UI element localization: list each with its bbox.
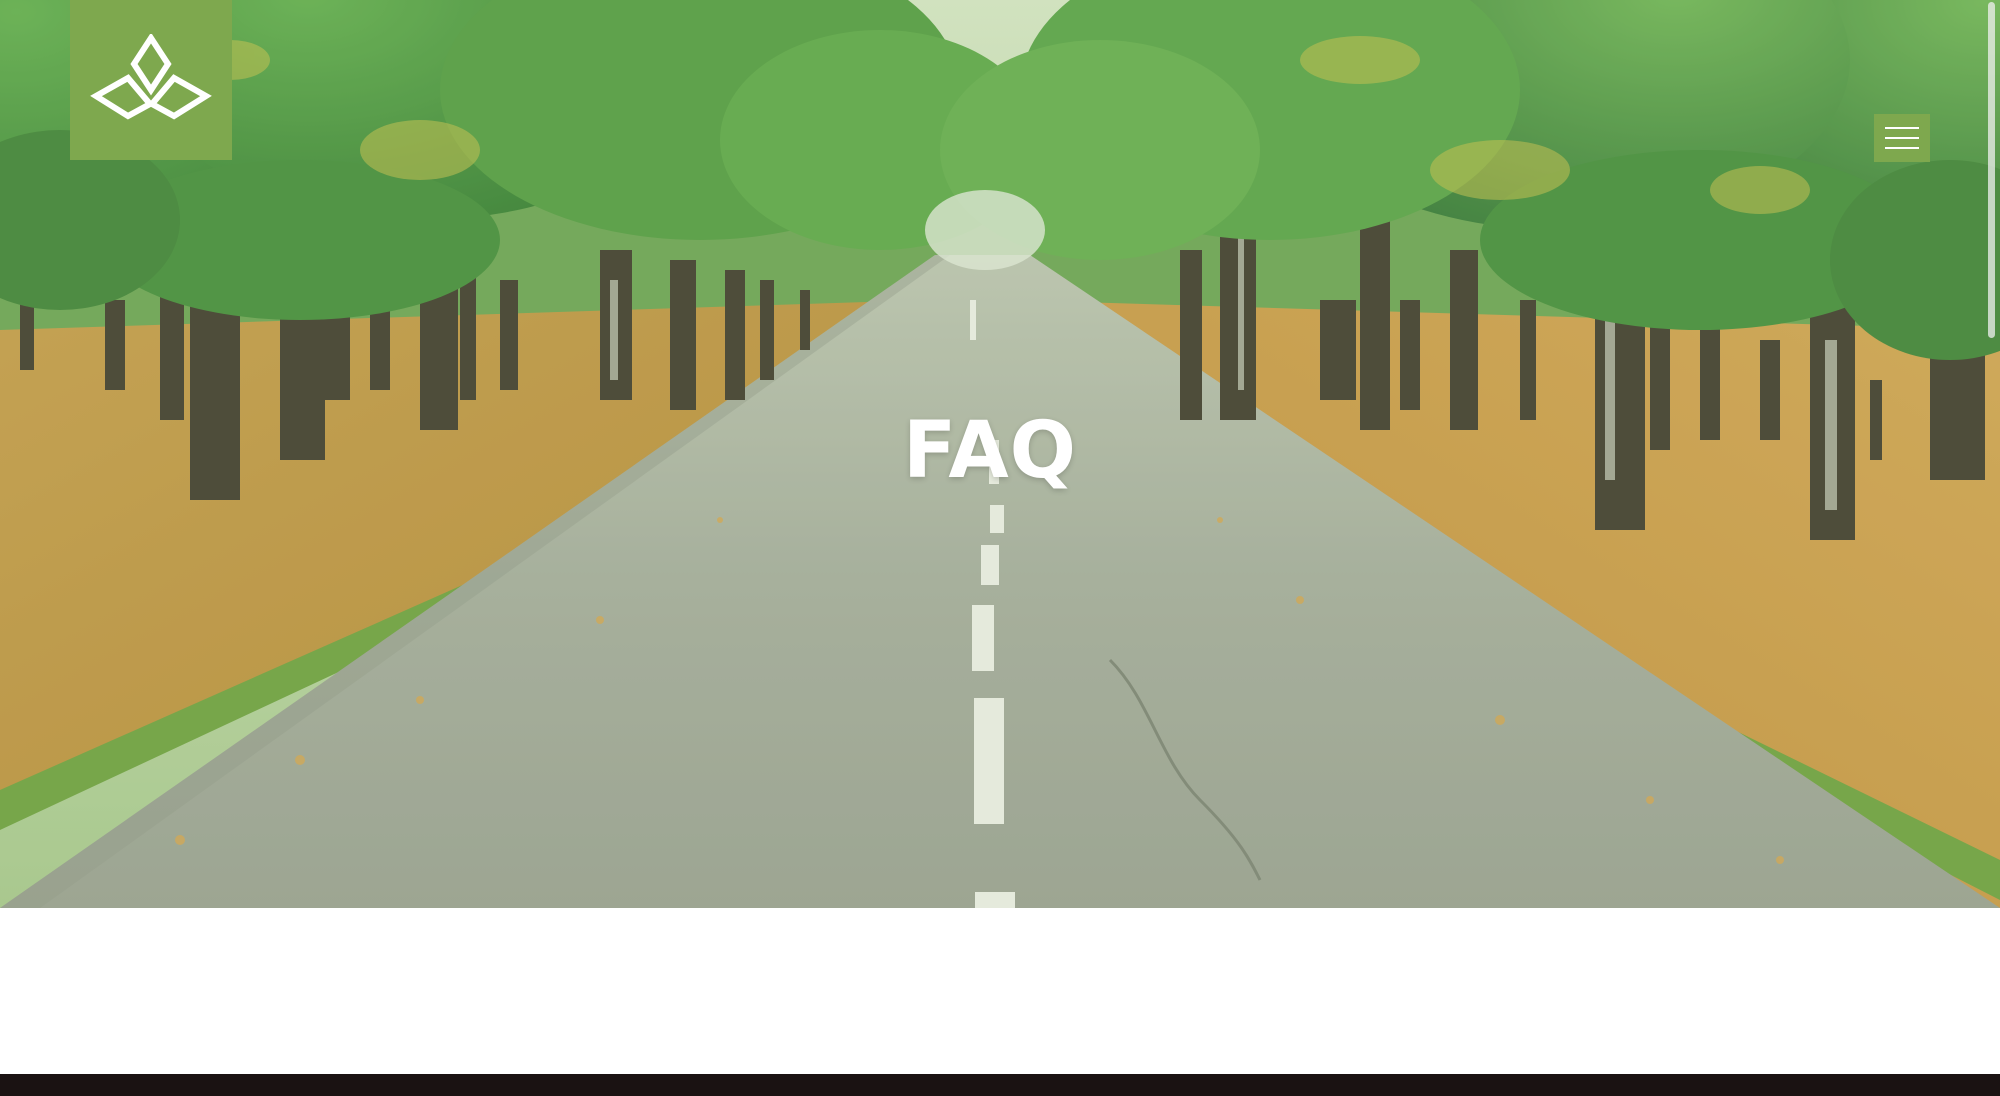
hero-banner: FAQ <box>0 0 2000 908</box>
page: FAQ <box>0 0 2000 1096</box>
scrollbar-thumb[interactable] <box>1988 2 1995 338</box>
site-logo-link[interactable] <box>70 0 232 160</box>
hamburger-menu-button[interactable] <box>1874 114 1930 162</box>
content-area <box>0 908 2000 1074</box>
hamburger-menu-icon <box>1885 127 1919 129</box>
lotus-leaf-logo-icon <box>90 34 212 120</box>
footer-bar <box>0 1074 2000 1096</box>
hamburger-menu-icon-bar-bottom <box>1885 147 1919 149</box>
hamburger-menu-icon-bar-middle <box>1885 137 1919 139</box>
page-title: FAQ <box>902 406 1077 497</box>
